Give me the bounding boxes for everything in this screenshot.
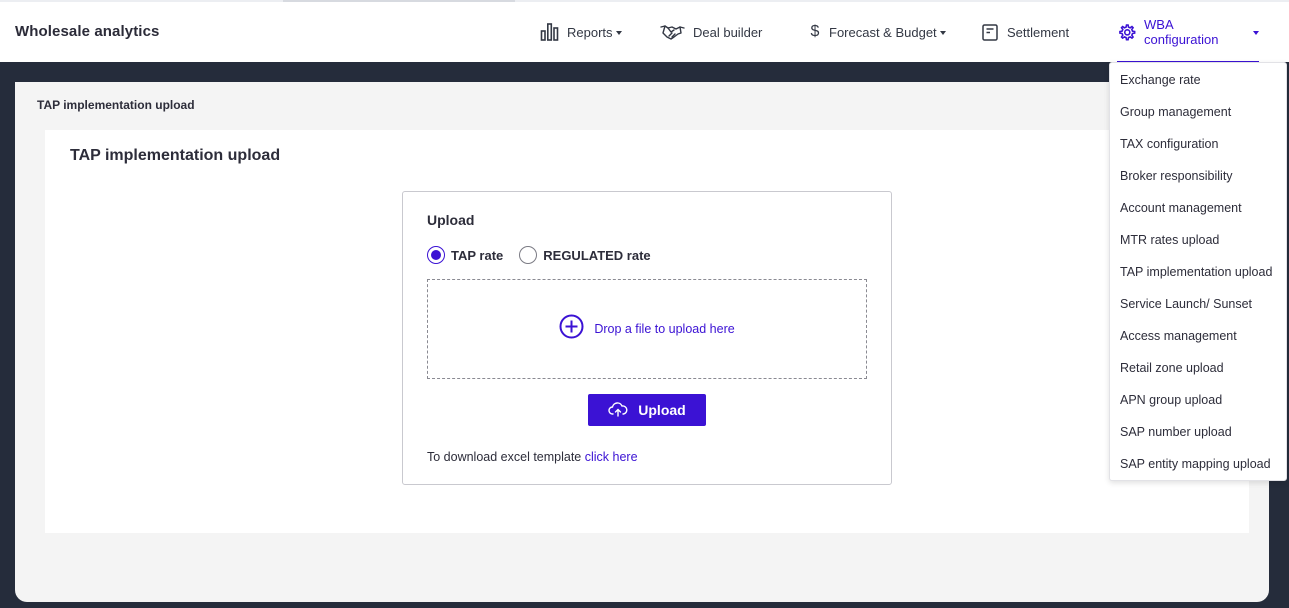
menu-item-tax-configuration[interactable]: TAX configuration (1120, 137, 1218, 151)
gear-icon (1117, 23, 1136, 42)
menu-item-access-management[interactable]: Access management (1120, 329, 1237, 343)
cloud-upload-icon (608, 401, 628, 420)
dollar-icon: $ (810, 23, 820, 40)
regulated-rate-radio[interactable] (519, 246, 538, 264)
menu-item-tap-implementation-upload[interactable]: TAP implementation upload (1120, 265, 1272, 279)
dropzone-text: Drop a file to upload here (594, 322, 735, 336)
document-icon (982, 23, 998, 41)
handshake-icon (660, 24, 685, 40)
nav-settlement[interactable]: Settlement (982, 2, 1069, 62)
nav-settlement-label: Settlement (1007, 24, 1070, 40)
menu-item-mtr-rates-upload[interactable]: MTR rates upload (1120, 233, 1219, 247)
template-download-link[interactable]: click here (585, 450, 638, 464)
upload-card: Upload TAP rate REGULATED rate Drop a fi… (402, 191, 892, 485)
template-download-line: To download excel template click here (427, 450, 638, 464)
nav-forecast-budget[interactable]: $ Forecast & Budget (808, 2, 946, 62)
main-content: TAP implementation upload TAP implementa… (15, 82, 1269, 602)
nav-reports-label: Reports (567, 24, 613, 40)
menu-item-broker-responsibility[interactable]: Broker responsibility (1120, 169, 1233, 183)
menu-item-service-launch-sunset[interactable]: Service Launch/ Sunset (1120, 297, 1252, 311)
nav-reports[interactable]: Reports (540, 2, 622, 62)
tap-rate-label[interactable]: TAP rate (451, 248, 503, 263)
menu-item-sap-number-upload[interactable]: SAP number upload (1120, 425, 1232, 439)
upload-panel: TAP implementation upload Upload TAP rat… (45, 130, 1249, 533)
page-title: TAP implementation upload (70, 147, 281, 164)
brand-title: Wholesale analytics (15, 23, 160, 40)
top-navbar: Wholesale analytics Reports Deal builder… (0, 2, 1289, 64)
nav-deal-builder-label: Deal builder (693, 24, 763, 40)
bar-chart-icon (540, 23, 559, 41)
nav-deal-builder[interactable]: Deal builder (660, 2, 762, 62)
menu-item-retail-zone-upload[interactable]: Retail zone upload (1120, 361, 1224, 375)
upload-button-label: Upload (638, 402, 686, 418)
menu-item-exchange-rate[interactable]: Exchange rate (1120, 73, 1201, 87)
chevron-down-icon (615, 30, 622, 35)
template-download-text: To download excel template (427, 450, 582, 464)
nav-forecast-label: Forecast & Budget (829, 24, 937, 40)
menu-item-apn-group-upload[interactable]: APN group upload (1120, 393, 1222, 407)
chevron-down-icon (939, 30, 946, 35)
breadcrumb: TAP implementation upload (37, 98, 195, 112)
upload-card-title: Upload (427, 212, 475, 228)
menu-item-sap-entity-mapping-upload[interactable]: SAP entity mapping upload (1120, 457, 1271, 471)
file-dropzone[interactable]: Drop a file to upload here (427, 279, 867, 379)
regulated-rate-label[interactable]: REGULATED rate (543, 248, 650, 263)
menu-item-group-management[interactable]: Group management (1120, 105, 1231, 119)
tap-rate-radio[interactable] (427, 246, 445, 264)
nav-wba-label: WBA configuration (1144, 17, 1219, 47)
rate-type-radio-group: TAP rate REGULATED rate (427, 246, 667, 264)
nav-wba-configuration[interactable]: WBA configuration (1117, 2, 1259, 64)
plus-circle-icon (559, 314, 584, 344)
wba-config-dropdown: Exchange rate Group management TAX confi… (1109, 62, 1287, 481)
upload-button[interactable]: Upload (588, 394, 706, 426)
menu-item-account-management[interactable]: Account management (1120, 201, 1242, 215)
chevron-down-icon (1253, 30, 1259, 35)
